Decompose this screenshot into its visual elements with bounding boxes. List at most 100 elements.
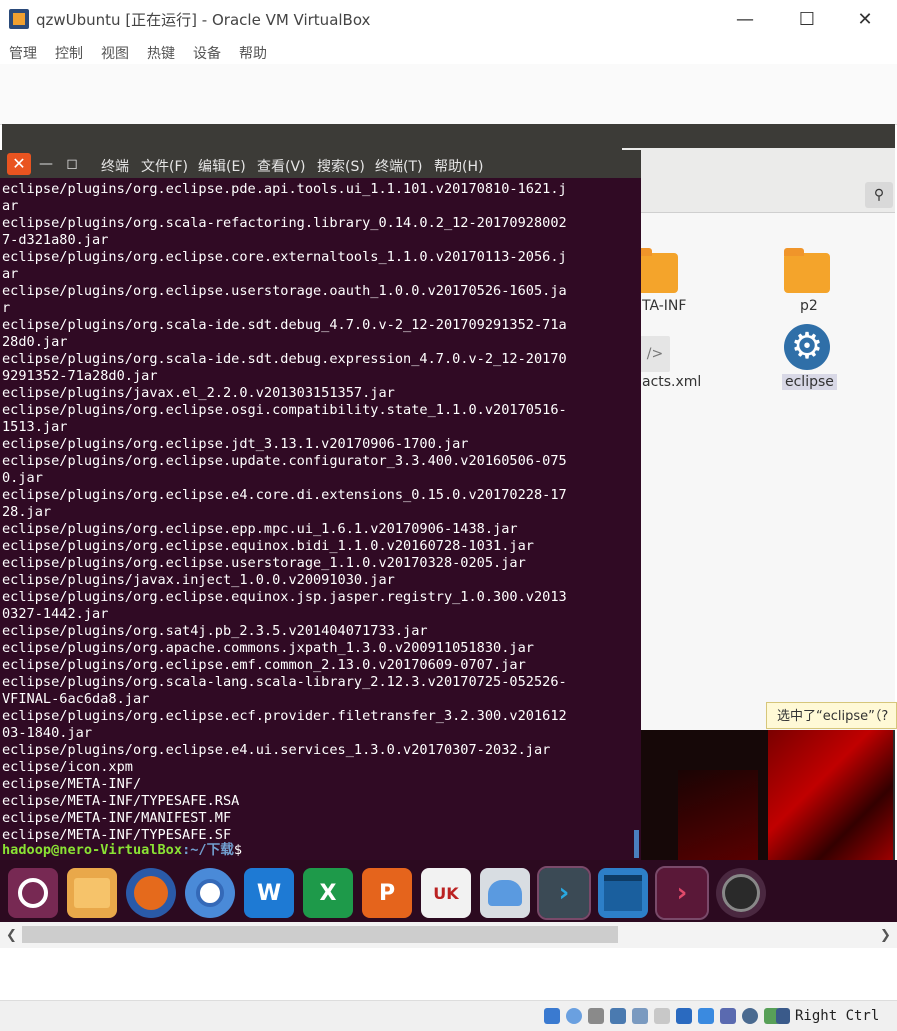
- audio-icon[interactable]: [588, 1008, 604, 1024]
- terminal-line: eclipse/plugins/org.eclipse.core.externa…: [2, 249, 567, 265]
- file-label-meta-inf[interactable]: TA-INF: [642, 298, 686, 314]
- minimize-icon[interactable]: —: [722, 4, 768, 34]
- video-capture-icon[interactable]: [698, 1008, 714, 1024]
- vbox-menubar: [0, 38, 897, 65]
- terminal-line: eclipse/plugins/org.eclipse.jdt_3.13.1.v…: [2, 436, 469, 452]
- term-menu-view[interactable]: 查看(V): [257, 156, 306, 176]
- xml-file-icon[interactable]: />: [640, 336, 670, 372]
- terminal-line: ar: [2, 266, 19, 282]
- ubuntu-store-icon[interactable]: UK: [421, 868, 471, 918]
- vbox-toolbar-area: [0, 64, 897, 125]
- folder-icon[interactable]: [784, 248, 830, 293]
- terminal-line: eclipse/plugins/org.eclipse.userstorage_…: [2, 555, 526, 571]
- chromium-icon[interactable]: [185, 868, 235, 918]
- cpu-icon[interactable]: [720, 1008, 736, 1024]
- scroll-right-icon[interactable]: ❯: [880, 928, 891, 943]
- scrollbar-thumb[interactable]: [22, 926, 618, 943]
- menu-devices[interactable]: 设备: [193, 43, 221, 63]
- search-icon[interactable]: ⚲: [865, 182, 893, 208]
- menu-control[interactable]: 控制: [55, 43, 83, 63]
- file-label-eclipse[interactable]: eclipse: [782, 374, 837, 390]
- terminal-scrollbar[interactable]: [634, 830, 639, 858]
- prompt-path: :~/下载: [182, 842, 234, 858]
- terminal-line: 0327-1442.jar: [2, 606, 109, 622]
- host-key-label: Right Ctrl: [795, 1008, 880, 1024]
- usb-icon[interactable]: [632, 1008, 648, 1024]
- menu-view[interactable]: 视图: [101, 43, 129, 63]
- network-icon[interactable]: [610, 1008, 626, 1024]
- terminal-line: VFINAL-6ac6da8.jar: [2, 691, 150, 707]
- terminal-line: eclipse/plugins/org.scala-refactoring.li…: [2, 215, 567, 231]
- terminal-line: eclipse/plugins/org.sat4j.pb_2.3.5.v2014…: [2, 623, 428, 639]
- terminal-line: eclipse/plugins/org.eclipse.equinox.bidi…: [2, 538, 534, 554]
- virtualbox-app-icon: [9, 9, 29, 29]
- close-icon[interactable]: ✕: [842, 4, 888, 34]
- term-menu-edit[interactable]: 编辑(E): [198, 156, 246, 176]
- desktop-wallpaper: [638, 730, 893, 862]
- files-icon[interactable]: [67, 868, 117, 918]
- terminal-line: eclipse/plugins/org.eclipse.osgi.compati…: [2, 402, 567, 418]
- terminal-line: 28d0.jar: [2, 334, 68, 350]
- shell-prompt[interactable]: hadoop@nero-VirtualBox:~/下载$: [2, 842, 242, 859]
- terminal-icon[interactable]: ›: [537, 866, 591, 920]
- menu-hotkeys[interactable]: 热键: [147, 43, 175, 63]
- terminal-line: eclipse/plugins/org.eclipse.pde.api.tool…: [2, 181, 567, 197]
- wps-spreadsheets-icon[interactable]: X: [303, 868, 353, 918]
- term-menu-help[interactable]: 帮助(H): [434, 156, 483, 176]
- terminal-minimize-icon[interactable]: —: [35, 153, 57, 175]
- maximize-icon[interactable]: ☐: [784, 4, 830, 34]
- terminal-line: eclipse/plugins/org.eclipse.userstorage.…: [2, 283, 567, 299]
- wallpaper-art-2: [678, 770, 758, 862]
- ubuntu-logo-icon[interactable]: [8, 868, 58, 918]
- file-manager-window[interactable]: ⚲ TA-INF p2 /> acts.xml ⚙ eclipse: [622, 148, 895, 730]
- scroll-left-icon[interactable]: ❮: [6, 928, 17, 943]
- terminal-line: eclipse/plugins/org.eclipse.e4.core.di.e…: [2, 487, 567, 503]
- terminal-line: eclipse/plugins/org.scala-ide.sdt.debug.…: [2, 351, 567, 367]
- terminal-line: eclipse/plugins/org.eclipse.e4.ui.servic…: [2, 742, 551, 758]
- hard-disk-icon[interactable]: [544, 1008, 560, 1024]
- app-switcher-icon[interactable]: [598, 868, 648, 918]
- term-menu-terminal[interactable]: 终端: [101, 156, 129, 176]
- wps-presentation-icon[interactable]: P: [362, 868, 412, 918]
- terminal-line: eclipse/plugins/org.scala-ide.sdt.debug_…: [2, 317, 567, 333]
- menu-manage[interactable]: 管理: [9, 43, 37, 63]
- firefox-icon[interactable]: [126, 868, 176, 918]
- term-menu-terminal-t[interactable]: 终端(T): [375, 156, 422, 176]
- arrow-down-icon[interactable]: [776, 1008, 790, 1024]
- terminal-line: eclipse/plugins/org.eclipse.ecf.provider…: [2, 708, 567, 724]
- terminal-line: eclipse/plugins/org.eclipse.update.confi…: [2, 453, 567, 469]
- term-menu-file[interactable]: 文件(F): [141, 156, 188, 176]
- shared-folders-icon[interactable]: [654, 1008, 670, 1024]
- gear-icon[interactable]: ⚙: [784, 324, 830, 370]
- terminal-close-icon[interactable]: ✕: [7, 153, 31, 175]
- wallpaper-art: [768, 730, 893, 862]
- optical-drive-icon[interactable]: [566, 1008, 582, 1024]
- selection-status-tooltip: 选中了“eclipse”（?: [766, 702, 897, 729]
- file-label-artifacts[interactable]: acts.xml: [642, 374, 701, 390]
- vbox-statusbar: [0, 1000, 897, 1031]
- terminal-maximize-icon[interactable]: ◻: [61, 153, 83, 175]
- mouse-integration-icon[interactable]: [742, 1008, 758, 1024]
- terminal-icon-2[interactable]: ›: [655, 866, 709, 920]
- terminal-line: 0.jar: [2, 470, 43, 486]
- display-icon[interactable]: [676, 1008, 692, 1024]
- terminal-line: eclipse/plugins/javax.el_2.2.0.v20130315…: [2, 385, 395, 401]
- terminal-line: eclipse/META-INF/TYPESAFE.RSA: [2, 793, 240, 809]
- prompt-symbol: $: [233, 842, 242, 858]
- terminal-line: eclipse/META-INF/: [2, 776, 142, 792]
- installer-icon[interactable]: [480, 868, 530, 918]
- disk-icon[interactable]: [716, 868, 766, 918]
- terminal-line: eclipse/plugins/org.apache.commons.jxpat…: [2, 640, 534, 656]
- terminal-line: ar: [2, 198, 19, 214]
- terminal-line: r: [2, 300, 11, 316]
- guest-topbar: [2, 124, 895, 150]
- term-menu-search[interactable]: 搜索(S): [317, 156, 365, 176]
- terminal-line: eclipse/plugins/org.eclipse.epp.mpc.ui_1…: [2, 521, 518, 537]
- terminal-line: eclipse/plugins/org.eclipse.emf.common_2…: [2, 657, 526, 673]
- terminal-output[interactable]: eclipse/plugins/org.eclipse.pde.api.tool…: [2, 181, 639, 844]
- menu-help[interactable]: 帮助: [239, 43, 267, 63]
- terminal-line: 9291352-71a28d0.jar: [2, 368, 158, 384]
- prompt-user: hadoop@nero-VirtualBox: [2, 842, 183, 858]
- file-label-p2[interactable]: p2: [800, 298, 818, 314]
- wps-writer-icon[interactable]: W: [244, 868, 294, 918]
